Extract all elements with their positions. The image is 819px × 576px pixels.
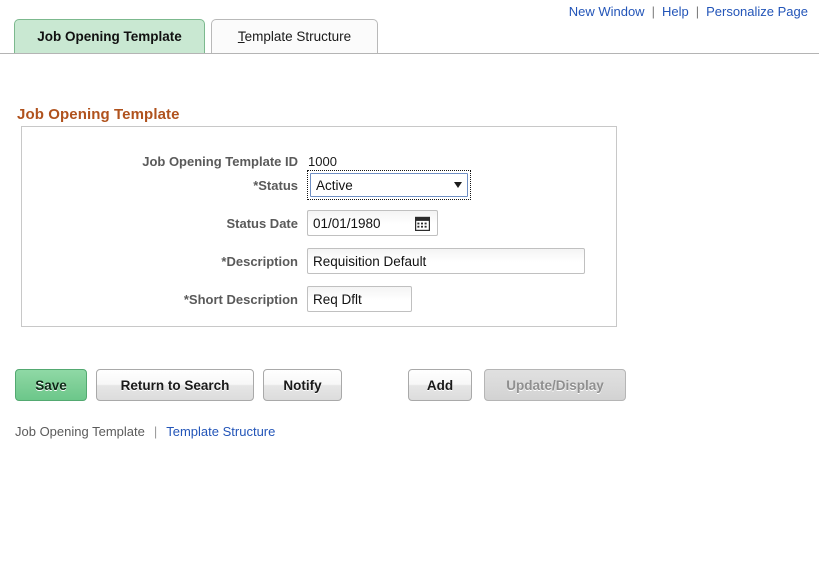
status-select-focus-ring: Active [307, 170, 471, 200]
description-input[interactable] [307, 248, 585, 274]
notify-button[interactable]: Notify [263, 369, 342, 401]
footer-template-structure-link[interactable]: Template Structure [166, 424, 275, 439]
description-label: *Description [22, 254, 307, 269]
status-date-control [307, 210, 438, 236]
tab-accelerator: T [238, 29, 245, 44]
short-description-control [307, 286, 412, 312]
new-window-link[interactable]: New Window [562, 4, 652, 19]
field-row-template-id: Job Opening Template ID 1000 [22, 148, 337, 174]
tab-divider [0, 53, 819, 54]
field-row-status-date: Status Date [22, 210, 438, 236]
template-id-label: Job Opening Template ID [22, 154, 307, 169]
field-row-description: *Description [22, 248, 585, 274]
short-description-label: *Short Description [22, 292, 307, 307]
status-select[interactable]: Active [310, 173, 468, 197]
save-button[interactable]: Save [15, 369, 87, 401]
status-label: *Status [22, 178, 307, 193]
calendar-icon[interactable] [407, 210, 438, 236]
footer-links: Job Opening Template | Template Structur… [15, 424, 275, 439]
tab-label-rest: emplate Structure [245, 29, 352, 44]
field-row-short-description: *Short Description [22, 286, 412, 312]
tab-bar: Job Opening Template Template Structure [0, 19, 819, 55]
tab-label: Template Structure [238, 29, 351, 44]
help-link[interactable]: Help [655, 4, 696, 19]
footer-current-page: Job Opening Template [15, 424, 145, 439]
template-id-control: 1000 [307, 154, 337, 169]
short-description-input[interactable] [307, 286, 412, 312]
status-date-label: Status Date [22, 216, 307, 231]
return-to-search-button[interactable]: Return to Search [96, 369, 254, 401]
date-input-group [307, 210, 438, 236]
tab-label: Job Opening Template [37, 29, 182, 44]
job-opening-template-group: Job Opening Template ID 1000 *Status Act… [21, 126, 617, 327]
status-control: Active [307, 170, 471, 200]
tab-job-opening-template[interactable]: Job Opening Template [14, 19, 205, 53]
update-display-button: Update/Display [484, 369, 626, 401]
add-button[interactable]: Add [408, 369, 472, 401]
personalize-page-link[interactable]: Personalize Page [699, 4, 815, 19]
action-button-bar: Save Return to Search Notify Add Update/… [0, 369, 819, 401]
template-id-value: 1000 [307, 154, 337, 169]
field-row-status: *Status Active [22, 172, 471, 198]
description-control [307, 248, 585, 274]
page-title: Job Opening Template [17, 106, 180, 123]
status-date-input[interactable] [307, 210, 407, 236]
footer-separator: | [145, 424, 166, 439]
tab-template-structure[interactable]: Template Structure [211, 19, 378, 53]
